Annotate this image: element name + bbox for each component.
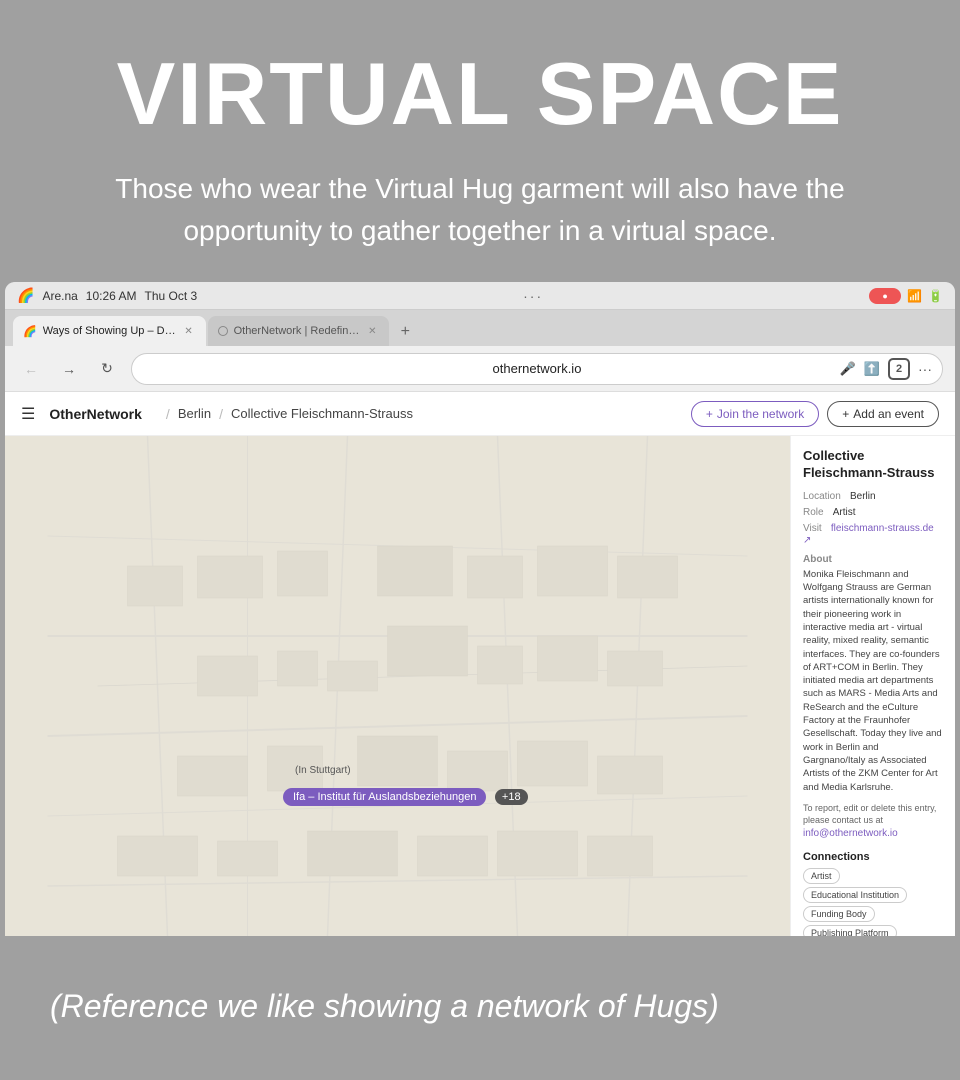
macos-bar: 🌈 Are.na 10:26 AM Thu Oct 3 ··· ● 📶 🔋 <box>5 282 955 310</box>
map-area: (In Stuttgart) Ifa – Institut für Auslan… <box>5 436 790 936</box>
panel-visit: Visit fleischmann-strauss.de ↗ <box>803 522 943 546</box>
location-label: Location <box>803 491 841 502</box>
more-button[interactable]: ··· <box>918 361 932 377</box>
tab2-close-button[interactable]: ✕ <box>365 324 379 338</box>
macos-right: ● 📶 🔋 <box>869 288 943 304</box>
role-value: Artist <box>833 507 856 518</box>
report-link[interactable]: info@othernetwork.io <box>803 828 898 839</box>
tab2-favicon <box>218 326 228 336</box>
conn-tag-artist[interactable]: Artist <box>803 868 840 884</box>
three-dots: ··· <box>523 288 543 304</box>
connections-title: Connections <box>803 851 943 863</box>
tab2-label: OtherNetwork | Redefin… <box>234 325 360 337</box>
hamburger-menu-icon[interactable]: ☰ <box>21 404 35 424</box>
url-right-icons: 🎤 ⬆️ 2 ··· <box>840 358 932 380</box>
tab-othernetwork[interactable]: OtherNetwork | Redefin… ✕ <box>208 316 390 346</box>
breadcrumb-sep-1: / <box>166 406 170 422</box>
conn-tag-funding[interactable]: Funding Body <box>803 906 875 922</box>
map-tag-count: +18 <box>495 789 528 805</box>
app-icon: 🌈 <box>17 287 34 304</box>
site-brand[interactable]: OtherNetwork <box>49 406 142 422</box>
conn-tag-educational[interactable]: Educational Institution <box>803 887 907 903</box>
tab1-close-button[interactable]: ✕ <box>182 324 196 338</box>
panel-location: Location Berlin <box>803 490 943 502</box>
visit-label: Visit <box>803 523 822 534</box>
bottom-section: (Reference we like showing a network of … <box>0 936 960 1076</box>
tab-ways-of-showing[interactable]: 🌈 Ways of Showing Up – D… ✕ <box>13 316 206 346</box>
top-section: VIRTUAL SPACE Those who wear the Virtual… <box>0 0 960 282</box>
map-background: (In Stuttgart) Ifa – Institut für Auslan… <box>5 436 790 936</box>
join-network-button[interactable]: + Join the network <box>691 401 819 427</box>
share-icon[interactable]: ⬆️ <box>864 361 880 377</box>
site-nav: ☰ OtherNetwork / Berlin / Collective Fle… <box>5 392 955 436</box>
breadcrumb-berlin[interactable]: Berlin <box>178 406 211 421</box>
subtitle: Those who wear the Virtual Hug garment w… <box>100 168 860 252</box>
wifi-icon: 📶 <box>907 289 922 303</box>
add-event-plus-icon: + <box>842 407 849 421</box>
url-bar[interactable]: othernetwork.io 🎤 ⬆️ 2 ··· <box>131 353 943 385</box>
map-tag: Ifa – Institut für Auslandsbeziehungen +… <box>283 787 528 806</box>
report-text: To report, edit or delete this entry, pl… <box>803 802 943 841</box>
role-label: Role <box>803 507 824 518</box>
breadcrumb-sep-2: / <box>219 406 223 422</box>
time: 10:26 AM <box>86 289 137 303</box>
about-text: Monika Fleischmann and Wolfgang Strauss … <box>803 568 943 794</box>
add-event-button[interactable]: + Add an event <box>827 401 939 427</box>
conn-tag-publishing[interactable]: Publishing Platform <box>803 925 897 936</box>
app-name: Are.na <box>42 289 77 303</box>
panel-title: Collective Fleischmann-Strauss <box>803 448 943 482</box>
tab-bar: 🌈 Ways of Showing Up – D… ✕ OtherNetwork… <box>5 310 955 346</box>
join-plus-icon: + <box>706 407 713 421</box>
refresh-button[interactable]: ↻ <box>93 355 121 383</box>
mic-icon[interactable]: 🎤 <box>840 361 856 377</box>
address-bar: ← → ↻ othernetwork.io 🎤 ⬆️ 2 ··· <box>5 346 955 392</box>
tab1-label: Ways of Showing Up – D… <box>43 325 176 337</box>
about-label: About <box>803 554 943 565</box>
bottom-text: (Reference we like showing a network of … <box>50 988 719 1025</box>
macos-left: 🌈 Are.na 10:26 AM Thu Oct 3 <box>17 287 197 304</box>
join-label: Join the network <box>717 407 804 421</box>
url-text: othernetwork.io <box>493 361 582 376</box>
panel-role: Role Artist <box>803 506 943 518</box>
new-tab-button[interactable]: + <box>391 318 419 346</box>
map-location-label: (In Stuttgart) <box>295 765 351 776</box>
battery-icon: 🔋 <box>928 289 943 303</box>
tab-count-badge[interactable]: 2 <box>888 358 910 380</box>
date: Thu Oct 3 <box>145 289 198 303</box>
map-tag-pill[interactable]: Ifa – Institut für Auslandsbeziehungen <box>283 788 486 806</box>
forward-button[interactable]: → <box>55 355 83 383</box>
macos-center: ··· <box>523 288 543 304</box>
record-icon: ● <box>869 288 901 304</box>
visit-link[interactable]: fleischmann-strauss.de ↗ <box>803 523 934 546</box>
add-event-label: Add an event <box>853 407 924 421</box>
main-title: VIRTUAL SPACE <box>50 50 910 138</box>
map-svg <box>5 436 790 936</box>
browser-window: 🌈 Are.na 10:26 AM Thu Oct 3 ··· ● 📶 🔋 🌈 … <box>5 282 955 936</box>
content-area: (In Stuttgart) Ifa – Institut für Auslan… <box>5 436 955 936</box>
tab1-favicon: 🌈 <box>23 325 37 338</box>
connection-tags: Artist Educational Institution Funding B… <box>803 868 943 936</box>
right-panel: Collective Fleischmann-Strauss Location … <box>790 436 955 936</box>
location-value: Berlin <box>850 491 876 502</box>
back-button[interactable]: ← <box>17 355 45 383</box>
breadcrumb-collective[interactable]: Collective Fleischmann-Strauss <box>231 406 413 421</box>
